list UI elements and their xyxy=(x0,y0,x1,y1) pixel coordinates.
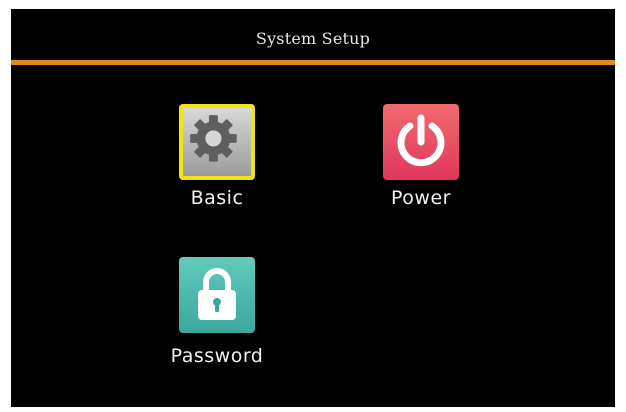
page-title: System Setup xyxy=(255,29,371,48)
menu-item-power[interactable]: Power xyxy=(366,104,476,214)
menu-item-password[interactable]: Password xyxy=(162,257,272,367)
menu-item-label: Password xyxy=(170,345,264,367)
gear-icon xyxy=(179,104,255,180)
menu-item-label: Power xyxy=(391,187,451,209)
menu-item-label: Basic xyxy=(190,187,244,209)
header-bar: System Setup xyxy=(11,9,615,60)
system-setup-screen: System Setup Basic Power Password xyxy=(11,9,615,407)
power-icon-graphic xyxy=(397,114,445,167)
lock-icon-graphic xyxy=(198,268,236,320)
gear-icon-graphic xyxy=(190,115,237,162)
lock-icon xyxy=(179,257,255,333)
power-icon xyxy=(383,104,459,180)
menu-item-basic[interactable]: Basic xyxy=(162,104,272,214)
header-divider xyxy=(11,60,615,65)
